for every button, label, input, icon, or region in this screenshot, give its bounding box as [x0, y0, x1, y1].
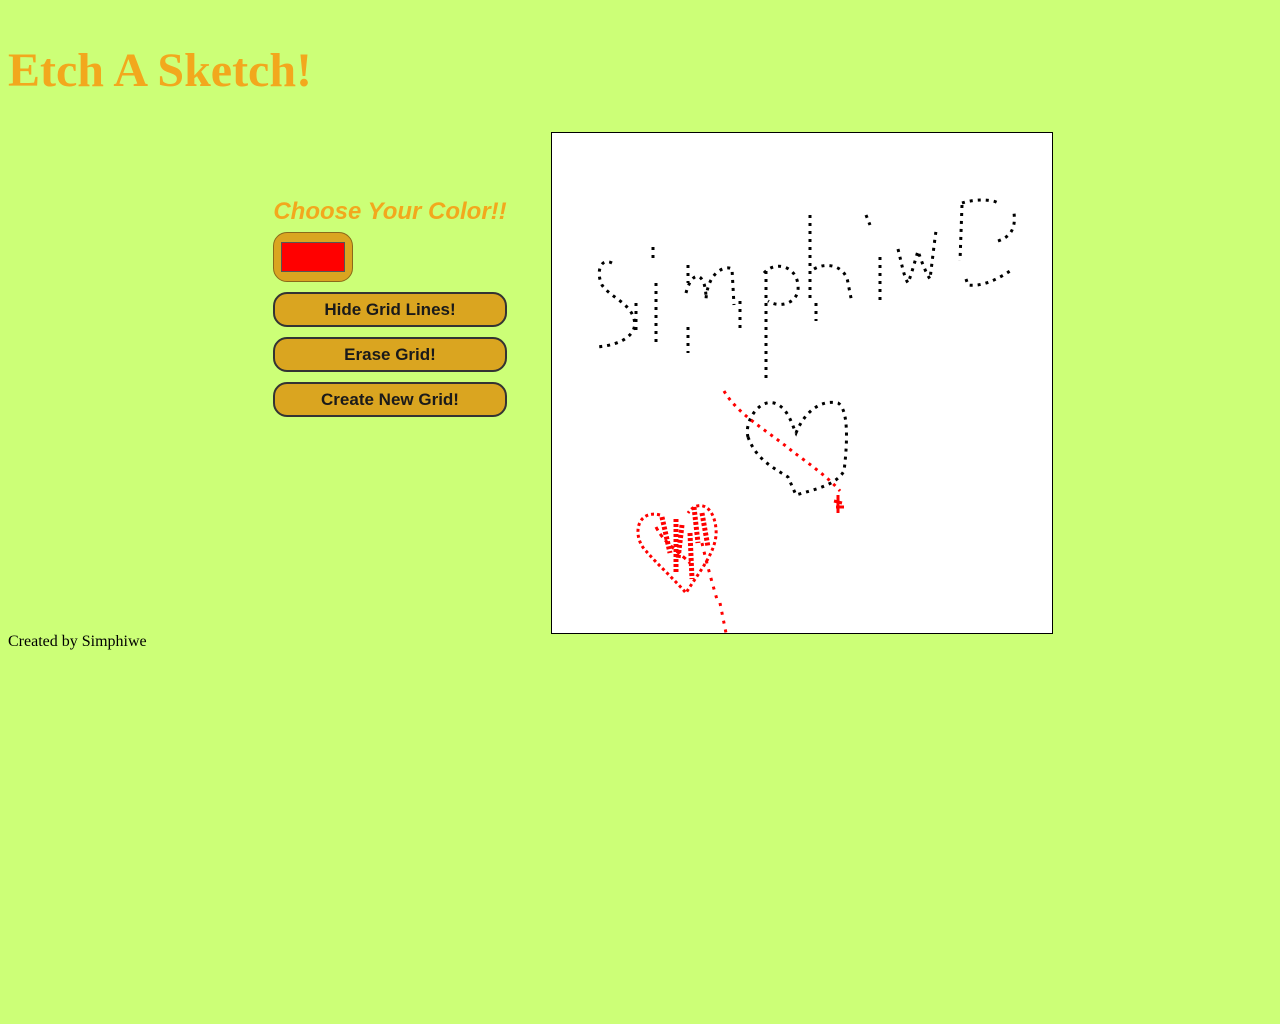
footer-credit: Created by Simphiwe	[8, 633, 147, 650]
erase-grid-button[interactable]: Erase Grid!	[273, 337, 507, 372]
red-strokes	[636, 390, 844, 633]
choose-color-label: Choose Your Color!!	[273, 198, 507, 225]
hide-grid-lines-button[interactable]: Hide Grid Lines!	[273, 292, 507, 327]
page-title: Etch A Sketch!	[8, 44, 313, 97]
color-picker[interactable]	[273, 232, 353, 282]
color-swatch[interactable]	[281, 242, 345, 272]
sketch-grid[interactable]	[551, 132, 1053, 634]
sketch-drawing	[595, 198, 1016, 633]
black-strokes	[595, 198, 1016, 497]
create-new-grid-button[interactable]: Create New Grid!	[273, 382, 507, 417]
